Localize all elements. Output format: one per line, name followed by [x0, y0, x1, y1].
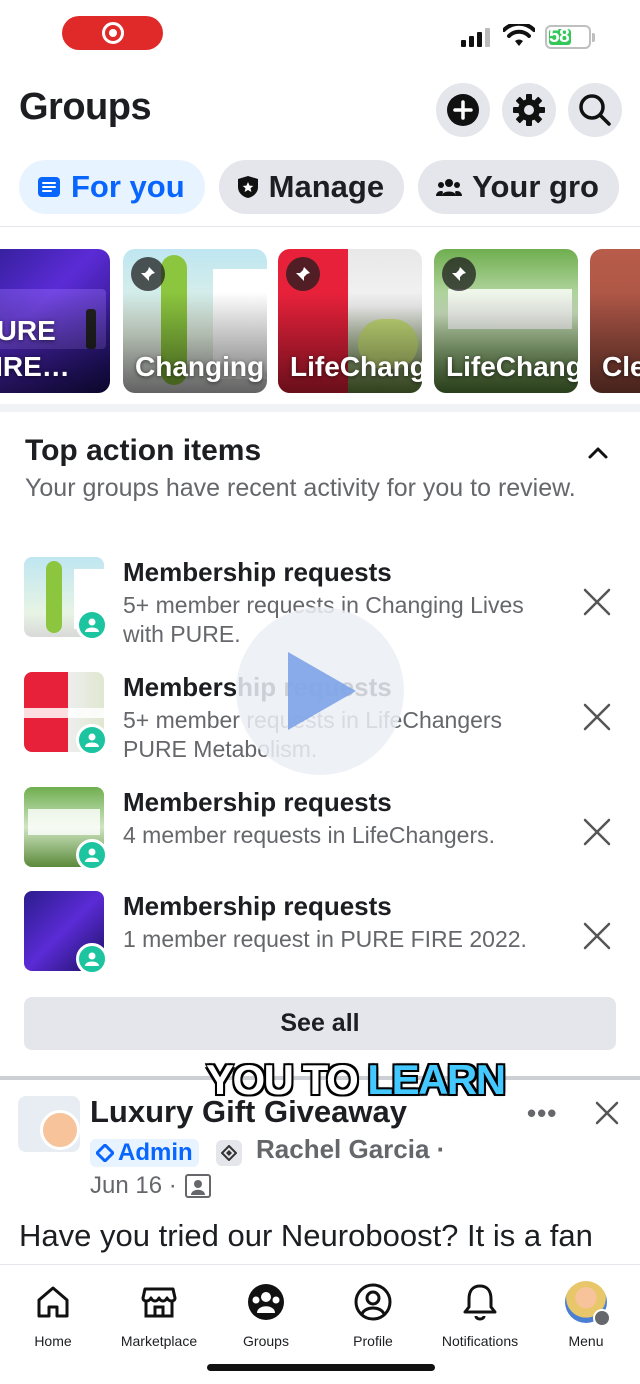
section-subtitle: Your groups have recent activity for you…: [25, 474, 576, 502]
admin-diamond-icon: [96, 1144, 114, 1162]
page-title: Groups: [19, 86, 152, 128]
create-button[interactable]: [436, 83, 490, 137]
pinned-group-card[interactable]: LifeChangers…: [278, 249, 422, 393]
pin-icon: [286, 257, 320, 291]
divider: [0, 226, 640, 227]
people-icon: [436, 176, 463, 198]
add-person-badge-icon: [76, 724, 108, 756]
group-avatar[interactable]: [18, 1096, 80, 1152]
tab-label: Manage: [268, 169, 385, 204]
pinned-group-card[interactable]: Changing…: [123, 249, 267, 393]
settings-button[interactable]: [502, 83, 556, 137]
feed-icon: [37, 175, 61, 199]
tab-for-you[interactable]: For you: [19, 160, 205, 214]
section-title: Top action items: [25, 434, 262, 467]
close-icon[interactable]: [582, 587, 612, 617]
pinned-group-card[interactable]: LifeChangers: [434, 249, 578, 393]
battery-icon: 58: [545, 25, 595, 49]
chevron-up-icon[interactable]: [584, 444, 612, 462]
nav-profile[interactable]: Profile: [320, 1279, 426, 1349]
plus-circle-icon: [447, 94, 479, 126]
post-author[interactable]: Rachel Garcia ·: [256, 1134, 445, 1165]
record-icon: [101, 22, 124, 44]
pinned-groups-carousel[interactable]: PURE FIRE… Changing… LifeChangers… LifeC…: [0, 249, 640, 394]
pin-icon: [442, 257, 476, 291]
action-item-description: 4 member requests in LifeChangers.: [123, 822, 496, 848]
add-person-badge-icon: [76, 943, 108, 975]
battery-level: 58: [549, 26, 570, 47]
nav-label: Groups: [243, 1333, 289, 1349]
shield-star-icon: [237, 175, 259, 199]
nav-label: Marketplace: [120, 1333, 198, 1349]
action-item-title: Membership requests: [123, 787, 392, 817]
search-icon: [579, 94, 611, 126]
add-person-badge-icon: [76, 839, 108, 871]
status-bar: 58: [0, 0, 640, 70]
video-caption: YOU TO LEARN: [200, 1054, 511, 1106]
gear-icon: [513, 94, 545, 126]
section-divider: [0, 404, 640, 412]
nav-menu[interactable]: Menu: [533, 1279, 639, 1349]
tab-your-groups[interactable]: Your gro: [418, 160, 619, 214]
pinned-group-card[interactable]: PURE FIRE…: [0, 249, 110, 393]
bell-icon: [463, 1284, 497, 1321]
pinned-group-name: Clean…: [602, 351, 640, 382]
action-item-description: 1 member request in PURE FIRE 2022.: [123, 926, 527, 952]
video-play-button[interactable]: [236, 607, 404, 775]
post-date-row: Jun 16 ·: [90, 1172, 211, 1200]
admin-badge: Admin: [90, 1139, 199, 1167]
pinned-group-card[interactable]: Clean…: [590, 249, 640, 393]
add-person-badge-icon: [76, 609, 108, 641]
see-all-button[interactable]: See all: [24, 997, 616, 1050]
nav-home[interactable]: Home: [0, 1279, 106, 1349]
pinned-group-name: LifeChangers…: [290, 351, 422, 382]
close-icon[interactable]: [582, 921, 612, 951]
home-icon: [37, 1286, 69, 1318]
action-item-row[interactable]: Membership requests 4 member requests in…: [24, 787, 624, 877]
nav-marketplace[interactable]: Marketplace: [106, 1279, 212, 1349]
action-item-title: Membership requests: [123, 557, 392, 587]
nav-label: Menu: [568, 1333, 604, 1349]
cellular-signal-icon: [461, 27, 490, 47]
more-options-icon[interactable]: •••: [527, 1098, 557, 1129]
close-icon[interactable]: [582, 817, 612, 847]
profile-icon: [354, 1283, 392, 1321]
group-audience-icon: [184, 1174, 211, 1198]
action-item-title: Membership requests: [123, 891, 392, 921]
tab-manage[interactable]: Manage: [218, 160, 405, 214]
nav-label: Profile: [353, 1333, 393, 1349]
home-indicator[interactable]: [207, 1364, 435, 1371]
caption-highlight: LEARN: [366, 1055, 507, 1104]
pin-icon: [131, 257, 165, 291]
pinned-group-name: Changing…: [135, 351, 267, 382]
groups-icon: [248, 1284, 284, 1320]
moderator-icon: [216, 1140, 242, 1166]
caption-text: YOU TO: [205, 1055, 368, 1104]
nav-groups[interactable]: Groups: [213, 1279, 319, 1349]
pinned-group-name: LifeChangers: [446, 351, 578, 382]
storefront-icon: [141, 1287, 177, 1318]
search-button[interactable]: [568, 83, 622, 137]
wifi-icon: [503, 24, 535, 46]
tab-bar: For you Manage Your gro: [19, 160, 619, 214]
screen-recording-indicator[interactable]: [62, 16, 163, 50]
play-icon: [288, 652, 356, 730]
admin-label: Admin: [118, 1139, 193, 1166]
tab-label: For you: [71, 169, 185, 204]
close-icon[interactable]: [582, 702, 612, 732]
action-item-row[interactable]: Membership requests 1 member request in …: [24, 891, 624, 981]
nav-label: Home: [34, 1333, 72, 1349]
nav-notifications[interactable]: Notifications: [427, 1279, 533, 1349]
nav-label: Notifications: [441, 1333, 519, 1349]
close-icon[interactable]: [594, 1100, 620, 1126]
menu-badge-icon: [593, 1309, 611, 1327]
pinned-group-name: PURE FIRE…: [0, 315, 70, 382]
post-date: Jun 16 ·: [90, 1172, 177, 1199]
tab-label: Your gro: [472, 169, 599, 204]
